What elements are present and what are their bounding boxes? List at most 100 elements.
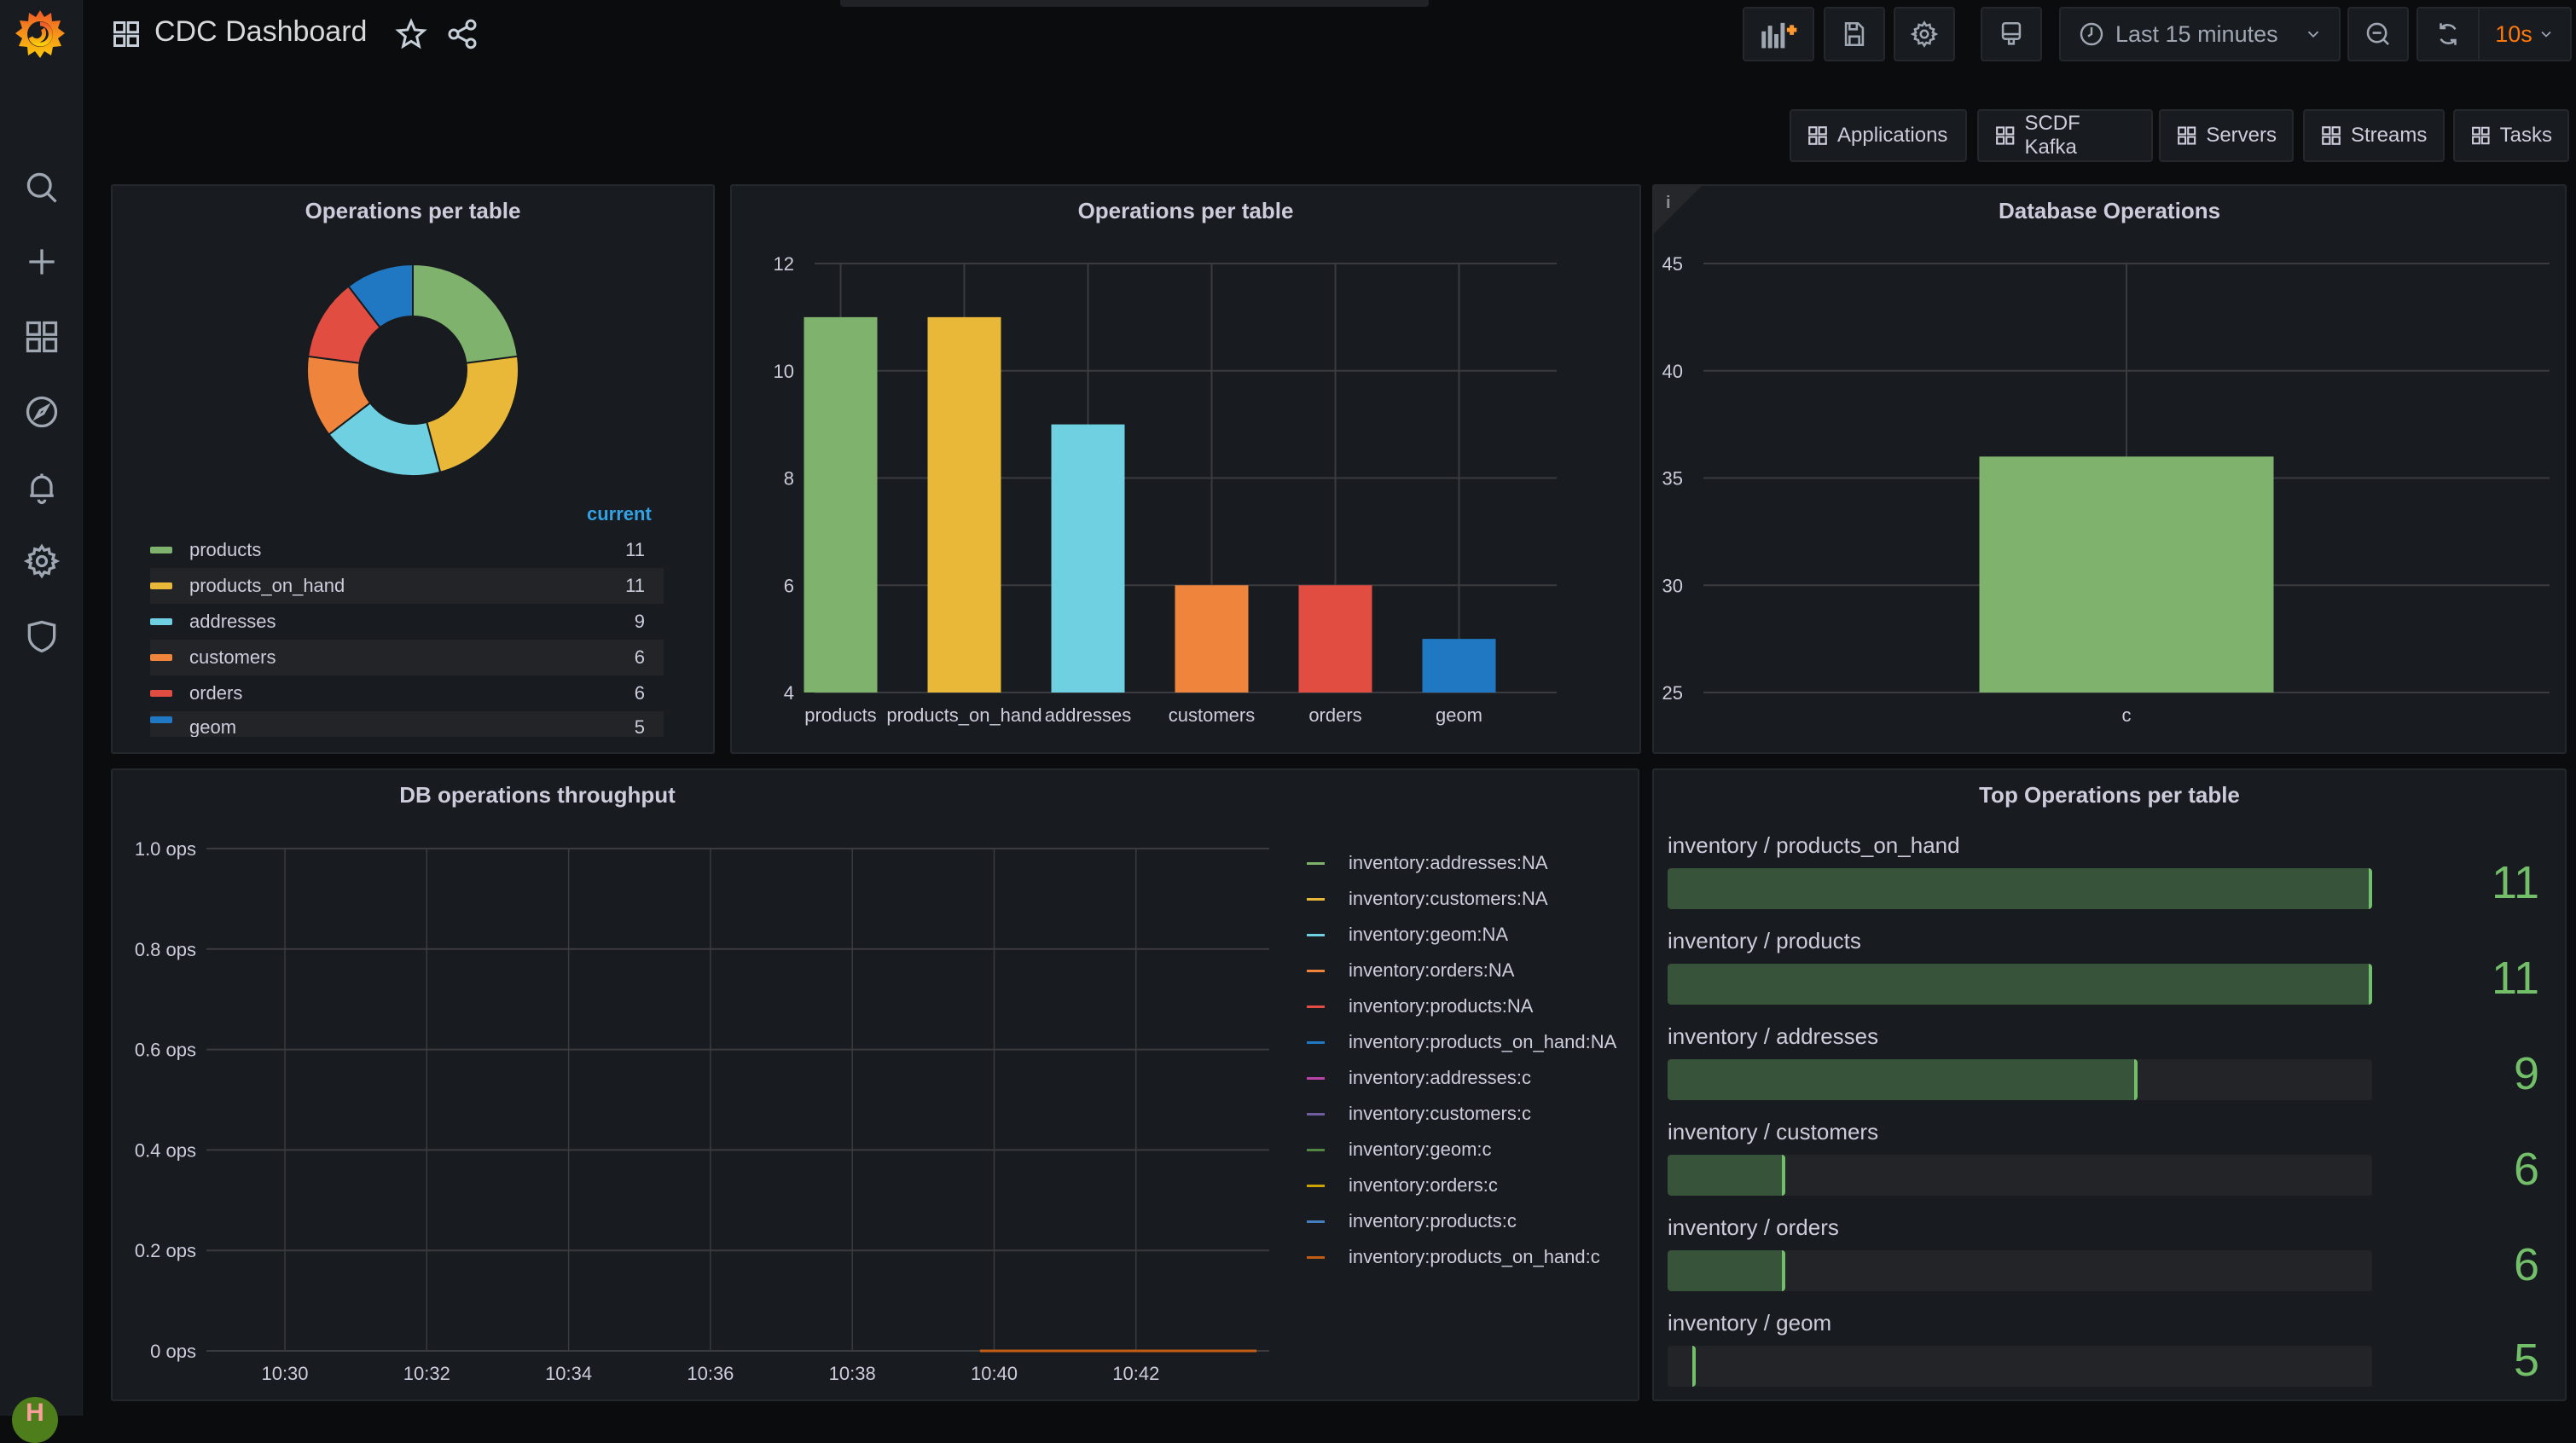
refresh-icon	[2440, 23, 2457, 45]
bar-customers[interactable]	[1175, 585, 1249, 693]
dashboard-link-applications[interactable]: Applications	[1790, 109, 1967, 162]
zoom-out-button[interactable]	[2347, 7, 2409, 61]
bar-chart: 25 30 35 40 45 c	[1662, 253, 2550, 726]
panel-title[interactable]: Top Operations per table	[1654, 782, 2565, 808]
y-tick-label: 0.4 ops	[135, 1139, 196, 1161]
legend-item-inventory-products-na[interactable]: inventory:products:NA	[1307, 988, 1616, 1024]
legend-item-inventory-products-c[interactable]: inventory:products:c	[1307, 1203, 1616, 1239]
legend-swatch	[1307, 861, 1325, 865]
panel-operations-bar: Operations per table 4 6 8 10 12 products prod…	[730, 184, 1641, 754]
refresh-button[interactable]	[2418, 9, 2480, 60]
time-series-legend: inventory:addresses:NA inventory:customer…	[1307, 845, 1616, 1275]
legend-item-inventory-orders-na[interactable]: inventory:orders:NA	[1307, 953, 1616, 988]
legend-item-addresses[interactable]: addresses 9	[150, 604, 664, 640]
legend-item-inventory-geom-c[interactable]: inventory:geom:c	[1307, 1132, 1616, 1168]
dashboard-settings-button[interactable]	[1894, 7, 1955, 61]
chevron-down-icon	[2541, 31, 2551, 38]
gauge-bar-inventory-geom[interactable]	[1668, 1346, 2372, 1387]
bar-products-on-hand[interactable]	[927, 316, 1001, 693]
legend-header-current[interactable]: current	[587, 503, 652, 525]
sidebar-item-server-admin[interactable]	[17, 611, 67, 661]
legend-item-inventory-customers-c[interactable]: inventory:customers:c	[1307, 1096, 1616, 1132]
monitor-icon	[2001, 21, 2022, 45]
bar-c[interactable]	[1979, 456, 2274, 693]
x-tick-label: 10:38	[829, 1363, 876, 1384]
gauge-bar-inventory-products-on-hand[interactable]	[1668, 868, 2372, 909]
bar-orders[interactable]	[1298, 585, 1372, 693]
legend-item-orders[interactable]: orders 6	[150, 675, 664, 711]
bar-addresses[interactable]	[1051, 424, 1125, 693]
sidebar-item-configuration[interactable]	[17, 536, 67, 586]
sidebar-item-dashboards[interactable]	[17, 312, 67, 362]
dashboard-link-label: Applications	[1837, 124, 1948, 147]
legend-swatch	[1307, 1040, 1325, 1044]
legend-value: 11	[625, 575, 645, 596]
y-tick-label: 25	[1662, 682, 1683, 704]
gauge-bar-inventory-orders[interactable]	[1668, 1250, 2372, 1291]
bar-chart: 4 6 8 10 12 products products_on_hand addresses…	[774, 253, 1557, 726]
dashboard-link-label: Servers	[2206, 124, 2277, 147]
legend-label: products_on_hand	[189, 575, 345, 596]
dashboards-grid-icon	[1808, 126, 1827, 145]
legend-value: 6	[634, 646, 645, 668]
x-tick-label: orders	[1308, 704, 1361, 726]
page-title[interactable]: CDC Dashboard	[154, 15, 367, 49]
time-series-chart: 0 ops 0.2 ops 0.4 ops 0.6 ops 0.8 ops 1.0 ops…	[135, 838, 1269, 1384]
dashboard-link-servers[interactable]: Servers	[2159, 109, 2294, 162]
gauge-bar-inventory-customers[interactable]	[1668, 1155, 2372, 1196]
y-tick-label: 6	[784, 575, 794, 596]
x-tick-label: 10:34	[545, 1363, 592, 1384]
pie-slice-products[interactable]	[412, 263, 519, 364]
legend-item-inventory-customers-na[interactable]: inventory:customers:NA	[1307, 881, 1616, 917]
legend-swatch	[150, 716, 172, 723]
sidebar-item-create[interactable]	[17, 237, 67, 287]
bar-products[interactable]	[804, 316, 878, 693]
star-button[interactable]	[394, 17, 428, 51]
add-panel-button[interactable]	[1743, 7, 1814, 61]
grafana-logo[interactable]	[12, 5, 68, 65]
legend-swatch	[1307, 1076, 1325, 1080]
user-avatar[interactable]: H	[12, 1397, 58, 1443]
bar-geom[interactable]	[1422, 639, 1496, 693]
legend-item-products[interactable]: products 11	[150, 532, 664, 568]
share-button[interactable]	[445, 17, 479, 51]
legend-item-inventory-addresses-na[interactable]: inventory:addresses:NA	[1307, 845, 1616, 881]
sidebar-item-alerting[interactable]	[17, 463, 67, 513]
tv-mode-button[interactable]	[1981, 7, 2042, 61]
gauge-value: 6	[2513, 1144, 2539, 1195]
gauge-fill	[1668, 964, 2372, 1005]
dashboard-link-tasks[interactable]: Tasks	[2453, 109, 2569, 162]
gear-icon	[1910, 20, 1939, 48]
time-range-picker[interactable]: Last 15 minutes	[2059, 7, 2341, 61]
legend-item-inventory-orders-c[interactable]: inventory:orders:c	[1307, 1168, 1616, 1203]
legend-swatch	[1307, 1005, 1325, 1008]
save-dashboard-button[interactable]	[1824, 7, 1885, 61]
legend-item-products-on-hand[interactable]: products_on_hand 11	[150, 568, 664, 604]
legend-item-inventory-products-on-hand-na[interactable]: inventory:products_on_hand:NA	[1307, 1024, 1616, 1060]
sidebar-item-explore[interactable]	[17, 387, 67, 437]
legend-item-inventory-products-on-hand-c[interactable]: inventory:products_on_hand:c	[1307, 1239, 1616, 1275]
y-tick-label: 45	[1662, 253, 1683, 275]
clock-icon	[2080, 22, 2103, 46]
zoom-out-icon	[2366, 22, 2389, 45]
x-tick-label: 10:36	[687, 1363, 734, 1384]
legend-value: 11	[625, 539, 645, 560]
time-range-label: Last 15 minutes	[2115, 20, 2278, 47]
refresh-interval-picker[interactable]: 10s	[2480, 9, 2570, 60]
x-tick-label: addresses	[1045, 704, 1132, 726]
gauge-fill	[1668, 1250, 1785, 1291]
legend-item-inventory-addresses-c[interactable]: inventory:addresses:c	[1307, 1060, 1616, 1096]
add-panel-icon	[1761, 22, 1797, 49]
dashboard-link-streams[interactable]: Streams	[2303, 109, 2445, 162]
legend-item-customers[interactable]: customers 6	[150, 640, 664, 675]
y-tick-label: 12	[774, 253, 794, 275]
legend-item-inventory-geom-na[interactable]: inventory:geom:NA	[1307, 917, 1616, 953]
gauge-bar-inventory-addresses[interactable]	[1668, 1059, 2372, 1100]
legend-item-geom[interactable]: geom 5	[150, 711, 664, 737]
gauge-value: 9	[2513, 1048, 2539, 1099]
pie-slice-products-on-hand[interactable]	[426, 355, 519, 474]
gauge-bar-inventory-products[interactable]	[1668, 964, 2372, 1005]
dashboard-link-scdf-kafka[interactable]: SCDF Kafka	[1977, 109, 2153, 162]
sidebar-item-search[interactable]	[17, 163, 67, 212]
legend-swatch	[1307, 1112, 1325, 1116]
